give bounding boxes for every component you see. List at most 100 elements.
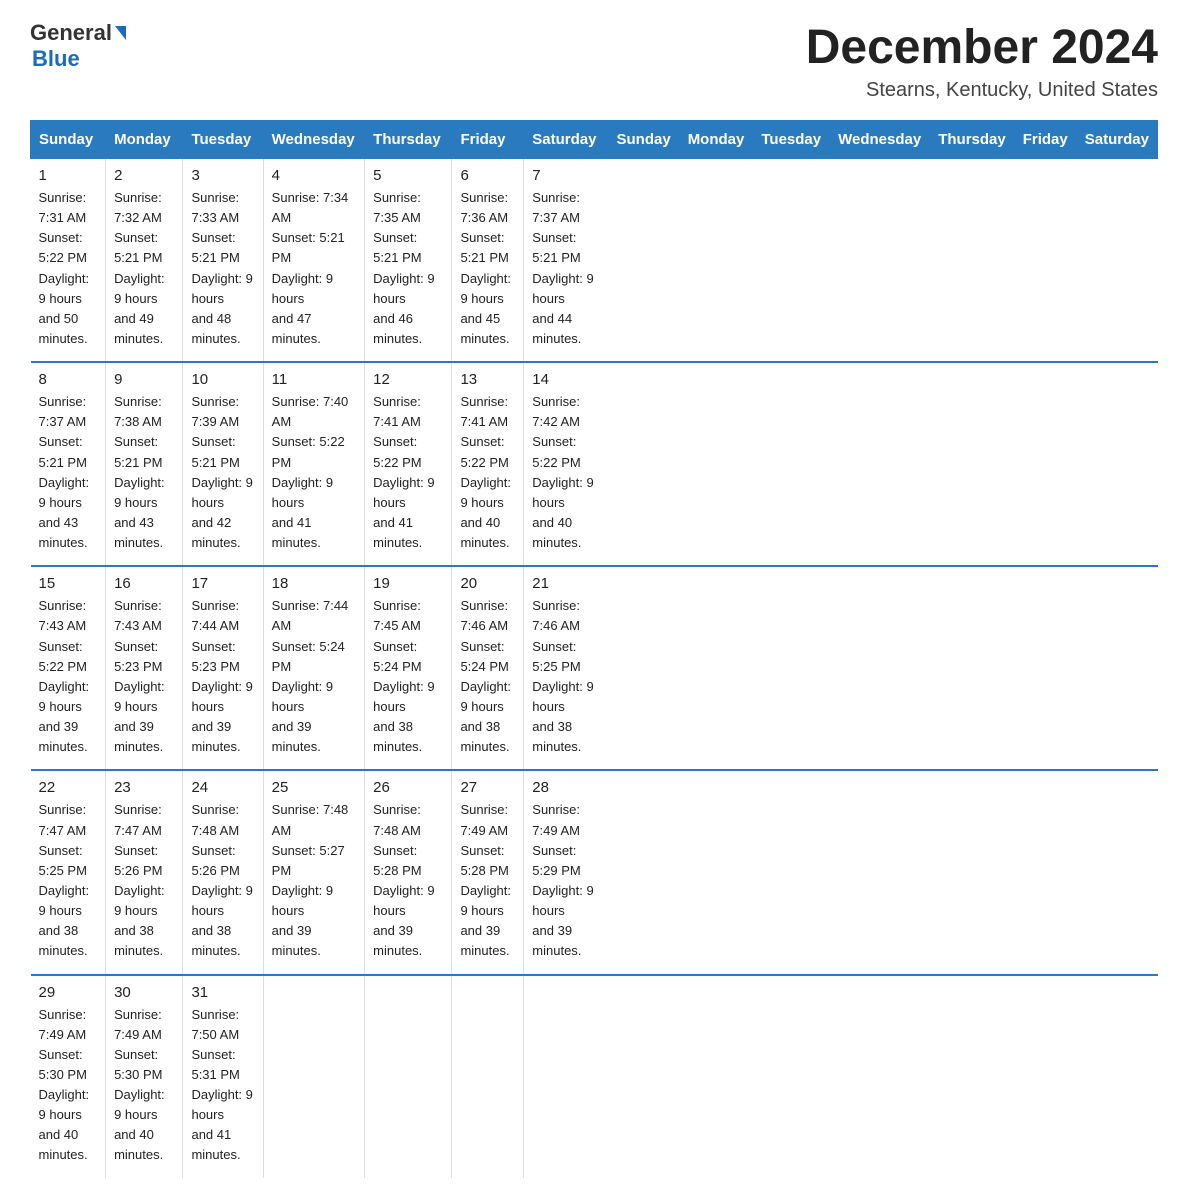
day-number: 28	[532, 779, 600, 796]
day-info: Sunrise: 7:46 AMSunset: 5:25 PMDaylight:…	[532, 596, 600, 757]
day-number: 12	[373, 371, 443, 388]
calendar-cell: 24 Sunrise: 7:48 AMSunset: 5:26 PMDayligh…	[183, 770, 263, 974]
calendar-cell: 18Sunrise: 7:44 AMSunset: 5:24 PMDayligh…	[263, 566, 364, 770]
calendar-cell: 26Sunrise: 7:48 AMSunset: 5:28 PMDayligh…	[365, 770, 452, 974]
day-info: Sunrise: 7:37 AMSunset: 5:21 PMDaylight:…	[532, 188, 600, 349]
day-info: Sunrise: 7:35 AMSunset: 5:21 PMDaylight:…	[373, 188, 443, 349]
day-number: 1	[39, 167, 98, 184]
logo: General Blue	[30, 20, 126, 72]
day-info: Sunrise: 7:37 AMSunset: 5:21 PMDaylight:…	[39, 392, 98, 553]
page-header: General Blue December 2024 Stearns, Kent…	[30, 20, 1158, 102]
day-number: 6	[460, 167, 515, 184]
calendar-cell: 17 Sunrise: 7:44 AMSunset: 5:23 PMDayligh…	[183, 566, 263, 770]
day-info: Sunrise: 7:47 AMSunset: 5:25 PMDaylight:…	[39, 800, 98, 961]
calendar-week-row: 1 Sunrise: 7:31 AMSunset: 5:22 PMDaylight…	[31, 159, 1158, 363]
calendar-cell: 1 Sunrise: 7:31 AMSunset: 5:22 PMDaylight…	[31, 159, 106, 363]
calendar-cell: 9Sunrise: 7:38 AMSunset: 5:21 PMDaylight…	[106, 362, 183, 566]
day-info: Sunrise: 7:45 AMSunset: 5:24 PMDaylight:…	[373, 596, 443, 757]
day-number: 25	[272, 779, 356, 796]
logo-triangle-icon	[115, 26, 126, 40]
day-info: Sunrise: 7:41 AMSunset: 5:22 PMDaylight:…	[373, 392, 443, 553]
day-info: Sunrise: 7:39 AMSunset: 5:21 PMDaylight:…	[191, 392, 254, 553]
day-number: 17	[191, 575, 254, 592]
header-day-tuesday: Tuesday	[753, 121, 830, 159]
page-title: December 2024	[806, 20, 1158, 75]
day-info: Sunrise: 7:41 AMSunset: 5:22 PMDaylight:…	[460, 392, 515, 553]
calendar-week-row: 29 Sunrise: 7:49 AMSunset: 5:30 PMDayligh…	[31, 975, 1158, 1178]
logo-general-text: General	[30, 20, 112, 46]
day-info: Sunrise: 7:48 AMSunset: 5:28 PMDaylight:…	[373, 800, 443, 961]
day-info: Sunrise: 7:38 AMSunset: 5:21 PMDaylight:…	[114, 392, 174, 553]
header-day-thursday: Thursday	[930, 121, 1015, 159]
day-info: Sunrise: 7:31 AMSunset: 5:22 PMDaylight:…	[39, 188, 98, 349]
day-number: 14	[532, 371, 600, 388]
day-info: Sunrise: 7:49 AMSunset: 5:30 PMDaylight:…	[114, 1005, 174, 1166]
calendar-cell: 6 Sunrise: 7:36 AMSunset: 5:21 PMDaylight…	[452, 159, 524, 363]
day-number: 2	[114, 167, 174, 184]
header-day-sunday: Sunday	[608, 121, 679, 159]
day-number: 7	[532, 167, 600, 184]
calendar-cell: 28 Sunrise: 7:49 AMSunset: 5:29 PMDayligh…	[524, 770, 608, 974]
calendar-cell: 22 Sunrise: 7:47 AMSunset: 5:25 PMDayligh…	[31, 770, 106, 974]
calendar-cell: 5 Sunrise: 7:35 AMSunset: 5:21 PMDaylight…	[365, 159, 452, 363]
day-number: 22	[39, 779, 98, 796]
calendar-cell: 3 Sunrise: 7:33 AMSunset: 5:21 PMDaylight…	[183, 159, 263, 363]
header-tuesday: Tuesday	[183, 121, 263, 159]
calendar-cell: 16 Sunrise: 7:43 AMSunset: 5:23 PMDayligh…	[106, 566, 183, 770]
day-info: Sunrise: 7:32 AMSunset: 5:21 PMDaylight:…	[114, 188, 174, 349]
calendar-cell: 29Sunrise: 7:49 AMSunset: 5:30 PMDayligh…	[31, 975, 106, 1178]
calendar-cell: 14 Sunrise: 7:42 AMSunset: 5:22 PMDayligh…	[524, 362, 608, 566]
calendar-cell: 12 Sunrise: 7:41 AMSunset: 5:22 PMDayligh…	[365, 362, 452, 566]
day-info: Sunrise: 7:47 AMSunset: 5:26 PMDaylight:…	[114, 800, 174, 961]
calendar-cell: 7 Sunrise: 7:37 AMSunset: 5:21 PMDaylight…	[524, 159, 608, 363]
header-thursday: Thursday	[365, 121, 452, 159]
day-number: 13	[460, 371, 515, 388]
header-day-wednesday: Wednesday	[830, 121, 930, 159]
day-number: 16	[114, 575, 174, 592]
day-number: 5	[373, 167, 443, 184]
day-info: Sunrise: 7:48 AMSunset: 5:26 PMDaylight:…	[191, 800, 254, 961]
header-saturday: Saturday	[524, 121, 608, 159]
day-number: 30	[114, 984, 174, 1001]
day-number: 27	[460, 779, 515, 796]
calendar-cell: 13 Sunrise: 7:41 AMSunset: 5:22 PMDayligh…	[452, 362, 524, 566]
day-info: Sunrise: 7:43 AMSunset: 5:23 PMDaylight:…	[114, 596, 174, 757]
day-number: 29	[39, 984, 98, 1001]
header-day-friday: Friday	[1014, 121, 1076, 159]
header-day-monday: Monday	[679, 121, 753, 159]
calendar-cell: 20Sunrise: 7:46 AMSunset: 5:24 PMDayligh…	[452, 566, 524, 770]
day-info: Sunrise: 7:33 AMSunset: 5:21 PMDaylight:…	[191, 188, 254, 349]
calendar-cell: 31Sunrise: 7:50 AMSunset: 5:31 PMDayligh…	[183, 975, 263, 1178]
calendar-week-row: 8Sunrise: 7:37 AMSunset: 5:21 PMDaylight…	[31, 362, 1158, 566]
day-number: 3	[191, 167, 254, 184]
calendar-cell: 2 Sunrise: 7:32 AMSunset: 5:21 PMDaylight…	[106, 159, 183, 363]
calendar-cell	[263, 975, 364, 1178]
day-info: Sunrise: 7:46 AMSunset: 5:24 PMDaylight:…	[460, 596, 515, 757]
day-info: Sunrise: 7:36 AMSunset: 5:21 PMDaylight:…	[460, 188, 515, 349]
day-number: 15	[39, 575, 98, 592]
calendar-cell: 8Sunrise: 7:37 AMSunset: 5:21 PMDaylight…	[31, 362, 106, 566]
day-info: Sunrise: 7:49 AMSunset: 5:29 PMDaylight:…	[532, 800, 600, 961]
day-info: Sunrise: 7:43 AMSunset: 5:22 PMDaylight:…	[39, 596, 98, 757]
calendar-cell: 11Sunrise: 7:40 AMSunset: 5:22 PMDayligh…	[263, 362, 364, 566]
day-number: 23	[114, 779, 174, 796]
calendar-table: SundayMondayTuesdayWednesdayThursdayFrid…	[30, 120, 1158, 1178]
day-info: Sunrise: 7:49 AMSunset: 5:28 PMDaylight:…	[460, 800, 515, 961]
calendar-cell: 25Sunrise: 7:48 AMSunset: 5:27 PMDayligh…	[263, 770, 364, 974]
page-subtitle: Stearns, Kentucky, United States	[806, 79, 1158, 102]
calendar-cell: 27 Sunrise: 7:49 AMSunset: 5:28 PMDayligh…	[452, 770, 524, 974]
calendar-cell: 15 Sunrise: 7:43 AMSunset: 5:22 PMDayligh…	[31, 566, 106, 770]
header-monday: Monday	[106, 121, 183, 159]
logo-blue-text: Blue	[32, 46, 80, 72]
calendar-cell: 21Sunrise: 7:46 AMSunset: 5:25 PMDayligh…	[524, 566, 608, 770]
day-info: Sunrise: 7:44 AMSunset: 5:23 PMDaylight:…	[191, 596, 254, 757]
day-info: Sunrise: 7:42 AMSunset: 5:22 PMDaylight:…	[532, 392, 600, 553]
day-number: 4	[272, 167, 356, 184]
calendar-cell: 4Sunrise: 7:34 AMSunset: 5:21 PMDaylight…	[263, 159, 364, 363]
calendar-cell	[524, 975, 608, 1178]
calendar-cell: 19Sunrise: 7:45 AMSunset: 5:24 PMDayligh…	[365, 566, 452, 770]
calendar-header-row: SundayMondayTuesdayWednesdayThursdayFrid…	[31, 121, 1158, 159]
calendar-week-row: 22 Sunrise: 7:47 AMSunset: 5:25 PMDayligh…	[31, 770, 1158, 974]
title-area: December 2024 Stearns, Kentucky, United …	[806, 20, 1158, 102]
day-number: 24	[191, 779, 254, 796]
